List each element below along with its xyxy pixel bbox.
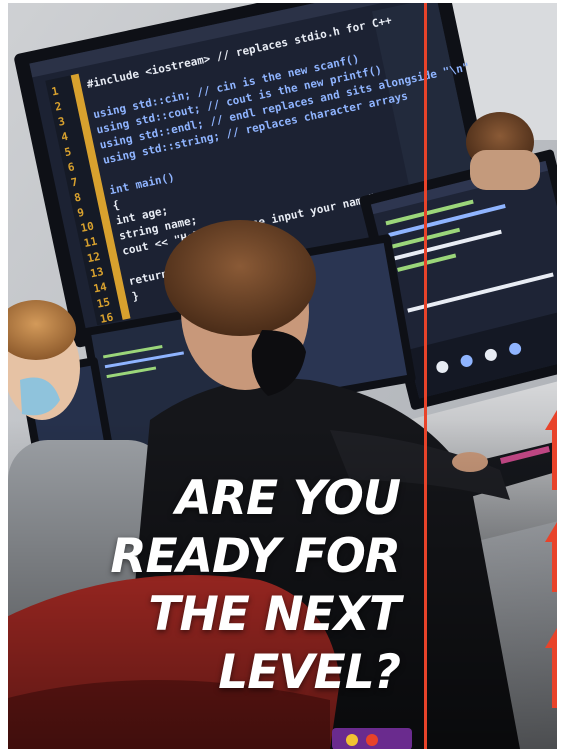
code-line-number: 15 (96, 295, 112, 310)
right-border (557, 0, 563, 749)
headline: ARE YOU READY FOR THE NEXT LEVEL? (20, 470, 401, 702)
headline-line-1: ARE YOU (175, 471, 401, 526)
code-line-number: 10 (79, 219, 95, 234)
poster: 1 2 3 4 5 6 7 8 9 10 11 12 13 14 15 16 #include <iostrea… (0, 0, 563, 749)
top-border (0, 0, 563, 3)
sticker (332, 728, 412, 749)
code-line-number: 12 (86, 250, 102, 265)
accent-line (424, 0, 427, 749)
headline-line-3: THE NEXT (148, 587, 401, 642)
headline-line-2: READY FOR (110, 529, 401, 584)
left-border (0, 0, 8, 749)
code-line-number: 13 (89, 265, 105, 280)
headline-line-4: LEVEL? (218, 645, 401, 700)
